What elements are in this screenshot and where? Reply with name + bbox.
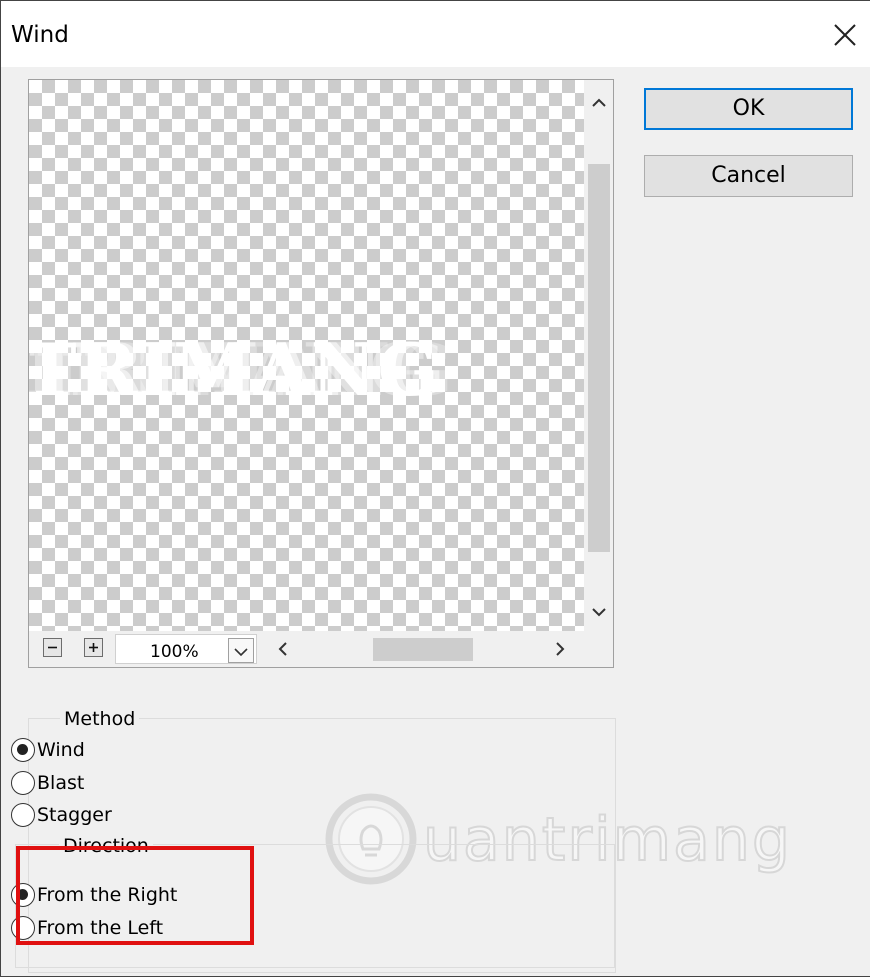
method-legend: Method	[60, 707, 140, 731]
transparency-checkerboard: TRIMANG	[29, 80, 584, 631]
preview-panel[interactable]: TRIMANG 100%	[28, 79, 614, 668]
preview-toolbar: 100%	[29, 631, 613, 667]
close-button[interactable]	[825, 15, 865, 55]
horizontal-scroll-thumb[interactable]	[373, 638, 473, 661]
preview-wind-text: TRIMANG	[28, 327, 440, 412]
scroll-right-button[interactable]	[543, 631, 577, 667]
vertical-scrollbar[interactable]	[584, 80, 613, 631]
vertical-scroll-thumb[interactable]	[588, 164, 610, 552]
chevron-up-icon	[592, 98, 606, 107]
title-bar: Wind	[1, 1, 870, 67]
zoom-out-button[interactable]	[43, 638, 62, 657]
plus-icon	[89, 643, 98, 652]
zoom-in-button[interactable]	[84, 638, 103, 657]
wind-dialog: Wind TRIMANG 100% OK Cancel Method Wind …	[0, 0, 870, 977]
dialog-title: Wind	[11, 22, 69, 48]
close-icon	[834, 24, 856, 46]
chevron-left-icon	[278, 642, 287, 656]
radio-label: Stagger	[37, 804, 112, 826]
chevron-right-icon	[556, 642, 565, 656]
radio-button[interactable]	[11, 738, 35, 762]
chevron-down-icon	[592, 608, 606, 617]
zoom-level-select[interactable]: 100%	[115, 634, 257, 664]
scroll-left-button[interactable]	[269, 631, 297, 667]
scroll-up-button[interactable]	[584, 84, 613, 124]
ok-button[interactable]: OK	[644, 88, 853, 130]
zoom-dropdown-button[interactable]	[228, 638, 254, 663]
radio-label: Wind	[37, 739, 85, 761]
minus-icon	[48, 646, 57, 649]
highlight-box	[16, 846, 254, 945]
zoom-level-value: 100%	[150, 642, 199, 662]
chevron-down-icon	[234, 648, 248, 657]
radio-button[interactable]	[11, 771, 35, 795]
scroll-down-button[interactable]	[584, 591, 613, 631]
radio-label: Blast	[37, 772, 85, 794]
radio-button[interactable]	[11, 803, 35, 827]
radio-selected-dot	[17, 744, 28, 755]
cancel-button[interactable]: Cancel	[644, 155, 853, 197]
